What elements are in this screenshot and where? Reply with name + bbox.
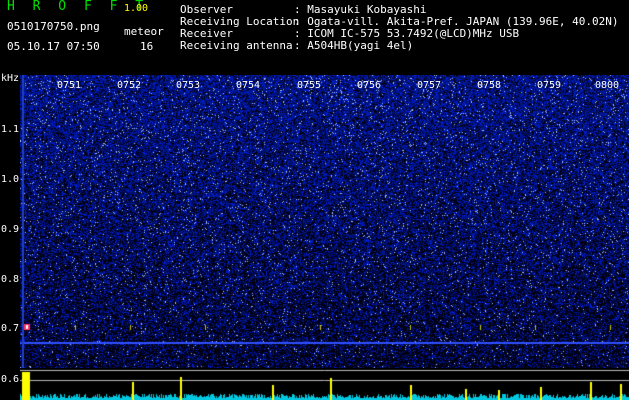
x-tick-label: 0756 [357,80,382,91]
x-tick-label: 0753 [176,80,201,91]
x-tick-label: 0755 [297,80,322,91]
app-version: 1.00 [124,3,149,14]
meteor-label: meteor [124,25,164,38]
y-tick-label: 0.8 [1,274,20,285]
meteor-count: 16 [140,40,154,53]
x-tick-label: 0754 [236,80,261,91]
x-tick-label: 0751 [57,80,82,91]
file-name: 0510170750.png [7,20,100,33]
observation-info: Observer: Masayuki Kobayashi Receiving L… [180,4,619,52]
x-tick-label: 0800 [595,80,620,91]
y-tick-label: 1.0 [1,174,20,185]
x-tick-label: 0752 [117,80,142,91]
y-tick-label: 0.7 [1,323,20,334]
y-tick-label: 0.6 [1,374,20,385]
info-row-antenna: Receiving antenna: A504HB(yagi 4el) [180,39,414,52]
datetime-stamp: 05.10.17 07:50 [7,40,100,53]
y-tick-label: 1.1 [1,124,20,135]
x-tick-label: 0757 [417,80,442,91]
x-tick-label: 0759 [537,80,562,91]
x-tick-label: 0758 [477,80,502,91]
axis-unit-label: kHz [1,73,20,84]
y-tick-label: 0.9 [1,224,20,235]
spectrogram-canvas [20,75,629,370]
amplitude-plot-canvas [20,368,629,400]
